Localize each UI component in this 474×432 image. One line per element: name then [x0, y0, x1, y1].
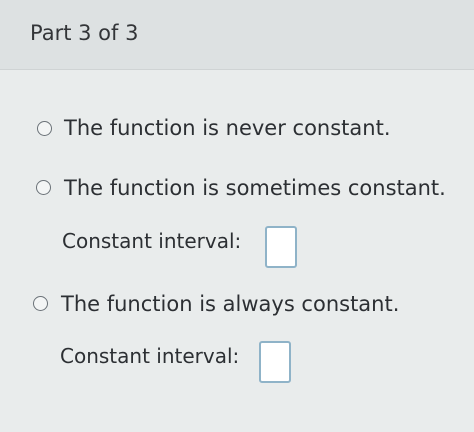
option-label-sometimes-constant: The function is sometimes constant.	[64, 176, 446, 200]
constant-interval-label-always: Constant interval:	[60, 344, 240, 368]
option-label-always-constant: The function is always constant.	[61, 292, 400, 316]
option-label-never-constant: The function is never constant.	[64, 116, 391, 140]
constant-interval-label-sometimes: Constant interval:	[62, 229, 242, 253]
part-header: Part 3 of 3	[0, 0, 474, 70]
radio-always-constant[interactable]	[33, 296, 48, 311]
radio-sometimes-constant[interactable]	[36, 180, 51, 195]
constant-interval-input-sometimes[interactable]	[265, 226, 297, 268]
part-title: Part 3 of 3	[30, 21, 139, 45]
radio-never-constant[interactable]	[37, 121, 52, 136]
constant-interval-input-always[interactable]	[259, 341, 291, 383]
